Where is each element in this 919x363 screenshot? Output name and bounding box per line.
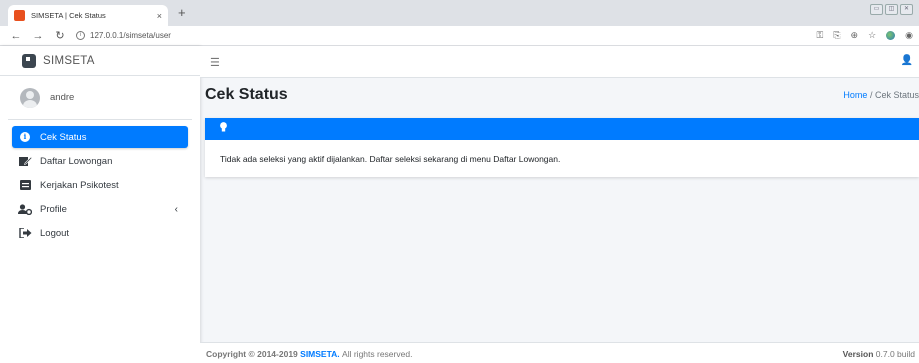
back-arrow-icon[interactable]: ← xyxy=(10,30,22,42)
main-sidebar: SIMSETA andre i Cek Status Daftar Lowong… xyxy=(0,46,200,363)
window-controls: ▭ ◫ ✕ xyxy=(870,4,913,15)
card-header xyxy=(205,118,919,140)
chevron-left-icon[interactable]: ‹ xyxy=(175,204,178,215)
site-info-icon[interactable]: i xyxy=(76,31,85,40)
copyright-prefix: Copyright © 2014-2019 xyxy=(206,349,298,359)
sidebar-item-daftar-lowongan[interactable]: Daftar Lowongan xyxy=(12,150,188,172)
footer-brand-link[interactable]: SIMSETA. xyxy=(300,349,340,359)
minimize-icon[interactable]: ▭ xyxy=(870,4,883,15)
copyright-rights: All rights reserved. xyxy=(342,349,413,359)
copyright: Copyright © 2014-2019 SIMSETA. All right… xyxy=(206,349,412,359)
page-title: Cek Status xyxy=(205,86,288,103)
sidebar-item-profile[interactable]: Profile ‹ xyxy=(12,198,188,220)
id-card-icon xyxy=(18,180,32,190)
edit-icon xyxy=(18,156,32,167)
users-cog-icon xyxy=(18,203,32,215)
user-panel[interactable]: andre xyxy=(8,76,192,120)
sidebar-item-kerjakan-psikotest[interactable]: Kerjakan Psikotest xyxy=(12,174,188,196)
breadcrumb: Home / Cek Status xyxy=(843,90,919,100)
version-value: 0.7.0 build xyxy=(875,349,915,359)
zoom-icon[interactable]: ⊕ xyxy=(851,30,859,41)
user-menu-icon[interactable]: 👤 xyxy=(901,55,913,66)
alert-message: Tidak ada seleksi yang aktif dijalankan.… xyxy=(220,154,561,164)
sidebar-item-label: Profile xyxy=(40,203,67,215)
url-text: 127.0.0.1/simseta/user xyxy=(90,31,171,40)
breadcrumb-home-link[interactable]: Home xyxy=(843,90,867,100)
translate-icon[interactable]: ⎘ xyxy=(833,30,840,41)
tab-title: SIMSETA | Cek Status xyxy=(31,11,106,20)
browser-tab-bar: SIMSETA | Cek Status × + ▭ ◫ ✕ xyxy=(0,0,919,26)
brand-logo-icon xyxy=(22,53,36,68)
status-card: Tidak ada seleksi yang aktif dijalankan.… xyxy=(205,118,919,177)
forward-arrow-icon[interactable]: → xyxy=(32,30,44,42)
user-name: andre xyxy=(50,92,75,103)
reload-icon[interactable]: ↻ xyxy=(54,29,66,42)
browser-tab[interactable]: SIMSETA | Cek Status × xyxy=(8,5,168,26)
brand-link[interactable]: SIMSETA xyxy=(0,46,200,76)
brand-name: SIMSETA xyxy=(43,54,95,67)
close-window-icon[interactable]: ✕ xyxy=(900,4,913,15)
main-header: ☰ 👤 xyxy=(200,46,919,78)
sign-out-icon xyxy=(18,228,32,238)
version-label: Version xyxy=(842,349,874,359)
sidebar-item-label: Daftar Lowongan xyxy=(40,155,113,167)
key-icon[interactable]: ⚿ xyxy=(816,30,823,41)
sidebar-item-logout[interactable]: Logout xyxy=(12,222,188,244)
sidebar-nav: i Cek Status Daftar Lowongan Kerjakan Ps… xyxy=(0,120,200,244)
lightbulb-icon xyxy=(220,122,227,132)
sidebar-item-label: Logout xyxy=(40,227,70,239)
sidebar-item-label: Cek Status xyxy=(40,131,87,143)
address-bar[interactable]: i 127.0.0.1/simseta/user xyxy=(76,31,171,40)
avatar xyxy=(20,87,40,108)
sidebar-item-cek-status[interactable]: i Cek Status xyxy=(12,126,188,148)
restore-icon[interactable]: ◫ xyxy=(885,4,898,15)
profile-icon[interactable]: ◉ xyxy=(905,30,913,41)
tab-close-icon[interactable]: × xyxy=(157,11,162,21)
breadcrumb-separator: / xyxy=(869,90,873,100)
sidebar-item-label: Kerjakan Psikotest xyxy=(40,179,119,191)
extension-globe-icon[interactable] xyxy=(886,31,896,40)
toolbar-actions: ⚿ ⎘ ⊕ ☆ ◉ xyxy=(816,30,913,41)
new-tab-button[interactable]: + xyxy=(178,6,186,19)
info-circle-icon: i xyxy=(18,132,32,142)
breadcrumb-current: Cek Status xyxy=(874,90,919,100)
version-info: Version 0.7.0 build xyxy=(843,349,915,359)
main-footer: Copyright © 2014-2019 SIMSETA. All right… xyxy=(200,342,919,363)
site-favicon-icon xyxy=(14,10,25,21)
bookmark-star-icon[interactable]: ☆ xyxy=(868,30,876,41)
browser-toolbar: ← → ↻ i 127.0.0.1/simseta/user ⚿ ⎘ ⊕ ☆ ◉ xyxy=(0,26,919,46)
menu-toggle-icon[interactable]: ☰ xyxy=(210,56,220,69)
